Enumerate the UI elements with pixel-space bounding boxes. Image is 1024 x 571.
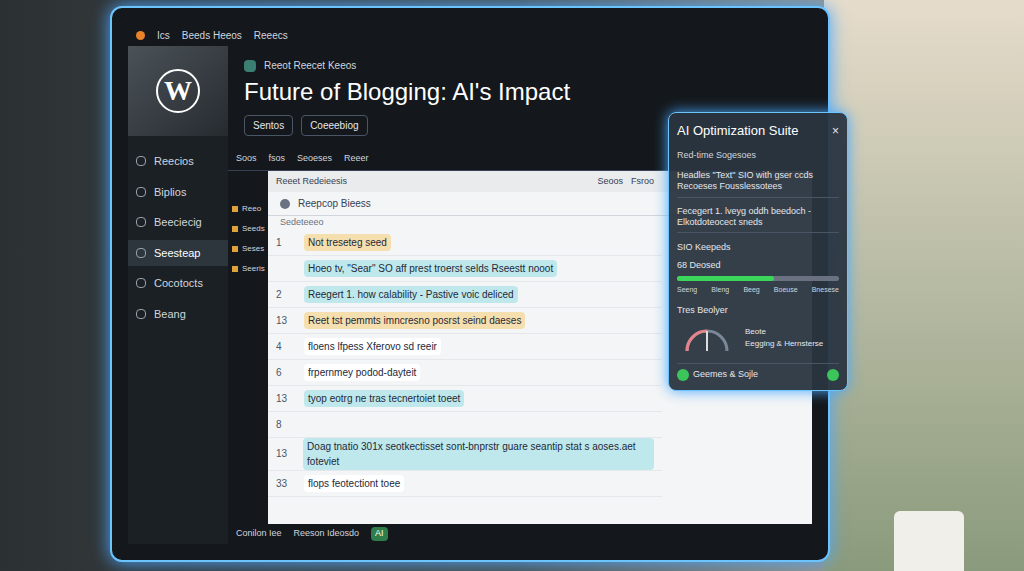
menu-icon (136, 309, 146, 319)
top-bar-item[interactable]: Ics (157, 28, 170, 43)
top-bar-item[interactable]: Reeecs (254, 28, 288, 43)
gauge-icon (677, 321, 737, 355)
toolbar-item[interactable]: Soos (236, 152, 257, 166)
header-image: W (128, 46, 228, 136)
file-item[interactable]: Seeris (232, 263, 264, 275)
toolbar-item[interactable]: fsos (269, 152, 286, 166)
editor-line[interactable]: 33flops feotectiont toee (268, 471, 662, 497)
editor-line[interactable]: 13tyop eotrg ne tras tecnertoiet toeet (268, 386, 662, 412)
block-icon (280, 199, 290, 209)
top-bar: Ics Beeds Heeos Reeecs (128, 24, 812, 46)
file-list: Reeo Seeds Seses Seeris (228, 171, 268, 525)
sidebar-item[interactable]: Beeciecig (128, 209, 228, 236)
menu-icon (136, 248, 146, 258)
footer-bar: Conilon Iee Reeson Ideosdo AI (228, 524, 812, 544)
menu-icon (136, 217, 146, 227)
sidebar-item[interactable]: Beang (128, 301, 228, 328)
window-view (824, 0, 1024, 571)
header-button[interactable]: Sentos (244, 115, 293, 136)
check-icon (677, 369, 689, 381)
mug (894, 511, 964, 571)
menu-icon (136, 278, 146, 288)
app-icon (136, 31, 145, 40)
sidebar: W Reecios Biplios Beeciecig Seesteap Cocotoct… (128, 46, 228, 544)
editor-line[interactable]: 2Reegert 1. how calability - Pastive voi… (268, 282, 662, 308)
panel-title: AI Optimization Suite (677, 121, 798, 141)
editor-line[interactable]: 4floens lfpess Xferovo sd reeir (268, 334, 662, 360)
editor-line[interactable]: 13Doag tnatio 301x seotkectisset sont-bn… (268, 438, 662, 471)
suggestion[interactable]: Fecegert 1. lveyg oddh beedoch - Elkotdo… (677, 206, 839, 234)
post-icon (244, 60, 256, 72)
close-button[interactable]: × (832, 122, 839, 140)
monitor: Ics Beeds Heeos Reeecs W Reecios Biplios Beeci… (110, 6, 830, 562)
wordpress-logo-icon: W (156, 69, 200, 113)
scene: Ics Beeds Heeos Reeecs W Reecios Biplios Beeci… (0, 0, 1024, 571)
editor-line[interactable]: 8 (268, 412, 662, 438)
ai-badge: AI (371, 527, 388, 541)
editor-line[interactable]: 1Not treseteg seed (268, 230, 662, 256)
keyword-meter (677, 276, 839, 281)
keyword-card: SIO Keepeds68 DeosedSeengBlengBeegBoeuse… (677, 241, 839, 296)
footer-item[interactable]: Conilon Iee (236, 527, 282, 541)
file-item[interactable]: Reeo (232, 203, 264, 215)
ai-panel: AI Optimization Suite×Red-time SogesoesH… (668, 112, 848, 391)
sidebar-item[interactable]: Cocotocts (128, 270, 228, 297)
editor-line[interactable]: Hoeo tv, "Sear" SO aff prest troerst sel… (268, 256, 662, 282)
header-button[interactable]: Coeeebiog (301, 115, 367, 136)
sidebar-item[interactable]: Biplios (128, 179, 228, 206)
suggestion[interactable]: Headles "Text" SIO with gser ccds Recoes… (677, 170, 839, 198)
done-icon[interactable] (827, 369, 839, 381)
toolbar-item[interactable]: Seoeses (297, 152, 332, 166)
post-title: Future of Blogging: AI's Impact (244, 77, 796, 107)
editor-line[interactable]: 13Reet tst pemmts imncresno posrst seind… (268, 308, 662, 334)
file-item[interactable]: Seeds (232, 223, 264, 235)
menu-icon (136, 187, 146, 197)
sidebar-item[interactable]: Reecios (128, 148, 228, 175)
editor-line[interactable]: 6frpernmey podod-dayteit (268, 360, 662, 386)
toolbar-item[interactable]: Reeer (344, 152, 369, 166)
menu-icon (136, 156, 146, 166)
file-item[interactable]: Seses (232, 243, 264, 255)
sidebar-item[interactable]: Seesteap (128, 240, 228, 267)
tone-card: Tres BeolyerBeoteEegging & Hernsterse (677, 304, 839, 356)
top-bar-item[interactable]: Beeds Heeos (182, 28, 242, 43)
footer-item[interactable]: Reeson Ideosdo (294, 527, 360, 541)
